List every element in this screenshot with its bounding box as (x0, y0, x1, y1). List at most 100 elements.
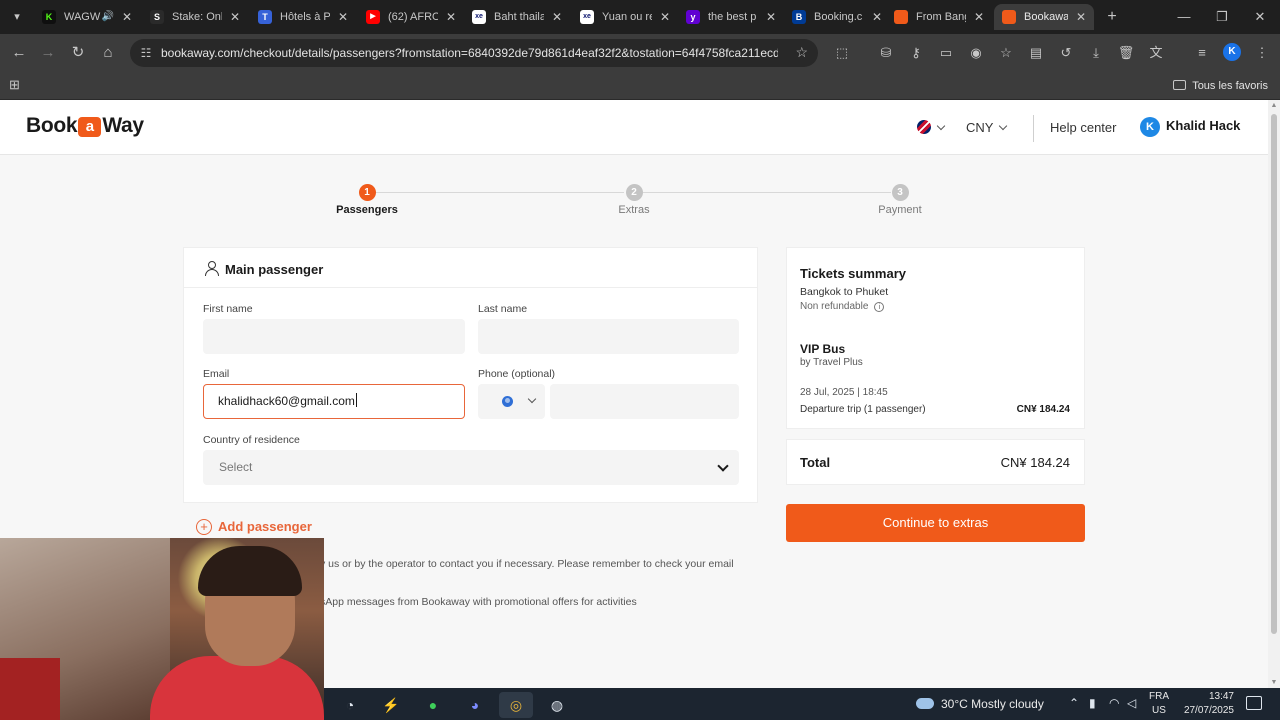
country-select[interactable]: Select (203, 450, 739, 485)
weather-widget[interactable]: 30°C Mostly cloudy (916, 688, 1044, 720)
favicon-icon: S (150, 10, 164, 24)
total-label: Total (800, 455, 831, 470)
reading-list-icon[interactable]: ▤ (1027, 44, 1045, 62)
browser-tab[interactable]: ▶ (62) AFRO ✕ (358, 4, 464, 30)
close-icon[interactable]: ✕ (446, 4, 456, 30)
favorites-star-icon[interactable]: ☆ (997, 44, 1015, 62)
tab-search-icon[interactable]: ▾ (6, 7, 28, 27)
email-input[interactable]: khalidhack60@gmail.com (203, 384, 465, 419)
first-name-input[interactable] (203, 319, 465, 354)
close-icon[interactable]: ✕ (552, 4, 562, 30)
total-box: Total CN¥ 184.24 (786, 439, 1085, 485)
obs-icon[interactable]: ◍ (540, 692, 574, 718)
browser-tab[interactable]: y the best p ✕ (678, 4, 784, 30)
bookmark-star-icon[interactable]: ☆ (795, 44, 808, 61)
continue-to-extras-button[interactable]: Continue to extras (786, 504, 1085, 542)
bookaway-logo[interactable]: Book a Way (26, 114, 144, 138)
user-avatar: K (1140, 117, 1160, 137)
back-arrow-icon[interactable]: ← (8, 42, 30, 64)
trash-icon[interactable]: 🗑 (1117, 44, 1135, 62)
all-bookmarks-button[interactable]: Tous les favoris (1173, 72, 1268, 100)
minimize-icon[interactable]: — (1172, 6, 1196, 28)
scrollbar-thumb[interactable] (1271, 114, 1277, 634)
steam-icon[interactable]: ◔ (333, 692, 367, 718)
site-info-icon[interactable]: ☷ (138, 45, 154, 61)
window-close-icon[interactable]: ✕ (1248, 6, 1272, 28)
forward-arrow-icon[interactable]: → (37, 42, 59, 64)
browser-tab[interactable]: xe Yuan ou re ✕ (572, 4, 678, 30)
app-icon[interactable]: ⚡ (374, 692, 408, 718)
restore-icon[interactable]: ❐ (1210, 6, 1234, 28)
close-icon[interactable]: ✕ (766, 4, 776, 30)
tab-label: Stake: Onli (172, 11, 222, 23)
download-icon[interactable]: ⤓ (1087, 44, 1105, 62)
media-control-icon[interactable]: ≡ (1193, 44, 1211, 62)
all-bookmarks-label: Tous les favoris (1192, 80, 1268, 92)
browser-tab[interactable]: B Booking.c ✕ (784, 4, 890, 30)
phone-country-code-select[interactable] (478, 384, 545, 419)
help-center-link[interactable]: Help center (1050, 120, 1116, 135)
browser-tab[interactable]: S Stake: Onli ✕ (142, 4, 248, 30)
user-menu[interactable]: K Khalid Hack (1140, 117, 1240, 137)
microphone-icon[interactable]: ▮ (1089, 696, 1096, 710)
clock-date: 27/07/2025 (1183, 705, 1234, 716)
email-value: khalidhack60@gmail.com (218, 394, 355, 408)
page-scrollbar[interactable]: ▲ ▼ (1268, 100, 1280, 688)
browser-tab[interactable]: K WAGW 🔊 ✕ (34, 4, 140, 30)
notification-icon[interactable] (1246, 696, 1262, 710)
url-text[interactable]: bookaway.com/checkout/details/passengers… (161, 39, 778, 67)
browser-toolbar: ← → ↻ ⌂ ☷ bookaway.com/checkout/details/… (0, 34, 1280, 72)
step-extras: 2 Extras (574, 184, 694, 216)
close-icon[interactable]: ✕ (122, 4, 132, 30)
scroll-down-arrow-icon[interactable]: ▼ (1270, 679, 1278, 686)
last-name-input[interactable] (478, 319, 739, 354)
reload-icon[interactable]: ↻ (67, 42, 89, 64)
browser-tab[interactable]: From Bang ✕ (886, 4, 992, 30)
browser-tab[interactable]: xe Baht thaila ✕ (464, 4, 570, 30)
translate-icon[interactable]: 文 (1147, 44, 1165, 62)
address-bar[interactable]: ☷ bookaway.com/checkout/details/passenge… (130, 39, 818, 67)
new-tab-plus-icon[interactable]: + (1102, 6, 1122, 28)
browser-menu-icon[interactable]: ⋮ (1253, 44, 1271, 62)
operator-name: by Travel Plus (800, 357, 863, 368)
trip-price: CN¥ 184.24 (1016, 404, 1070, 415)
wifi-icon[interactable]: ◠ (1109, 696, 1119, 710)
history-icon[interactable]: ↺ (1057, 44, 1075, 62)
profile-avatar[interactable]: K (1223, 43, 1241, 61)
speaker-icon[interactable]: 🔊 (102, 4, 114, 30)
extension-icon[interactable]: ⛁ (877, 44, 895, 62)
home-icon[interactable]: ⌂ (97, 42, 119, 64)
close-icon[interactable]: ✕ (974, 4, 984, 30)
close-icon[interactable]: ✕ (230, 4, 240, 30)
language-selector[interactable] (917, 120, 946, 135)
scroll-up-arrow-icon[interactable]: ▲ (1270, 102, 1278, 109)
phone-input[interactable] (550, 384, 739, 419)
location-pin-icon[interactable]: ◉ (967, 44, 985, 62)
input-language-indicator[interactable]: FRA US (1148, 690, 1170, 718)
extensions-icon[interactable]: ⬚ (833, 44, 851, 62)
close-icon[interactable]: ✕ (338, 4, 348, 30)
close-icon[interactable]: ✕ (872, 4, 882, 30)
apps-grid-icon[interactable]: ⊞ (9, 77, 20, 93)
taskbar-clock[interactable]: 13:47 27/07/2025 (1178, 690, 1234, 718)
tray-chevron-icon[interactable]: ⌃ (1069, 696, 1079, 710)
wechat-icon[interactable]: ● (416, 692, 450, 718)
tab-label: Yuan ou re (602, 11, 652, 23)
info-icon[interactable]: i (874, 302, 885, 312)
currency-selector[interactable]: CNY (966, 120, 1008, 135)
browser-tab[interactable]: T Hôtels à P ✕ (250, 4, 356, 30)
tab-label: Bookaway (1024, 11, 1068, 23)
cloud-icon (916, 698, 934, 709)
tab-label: Booking.c (814, 11, 863, 23)
browser-tab-active[interactable]: Bookaway ✕ (994, 4, 1094, 30)
discord-icon[interactable]: ◕ (458, 692, 492, 718)
close-icon[interactable]: ✕ (1076, 4, 1086, 30)
speaker-icon[interactable]: ◁ (1127, 696, 1136, 710)
step-passengers: 1 Passengers (307, 184, 427, 216)
password-key-icon[interactable]: ⚷ (907, 44, 925, 62)
payment-card-icon[interactable]: ▭ (937, 44, 955, 62)
first-name-label: First name (203, 303, 253, 315)
chrome-icon[interactable]: ◎ (499, 692, 533, 718)
close-icon[interactable]: ✕ (660, 4, 670, 30)
add-passenger-button[interactable]: + Add passenger (196, 519, 312, 535)
